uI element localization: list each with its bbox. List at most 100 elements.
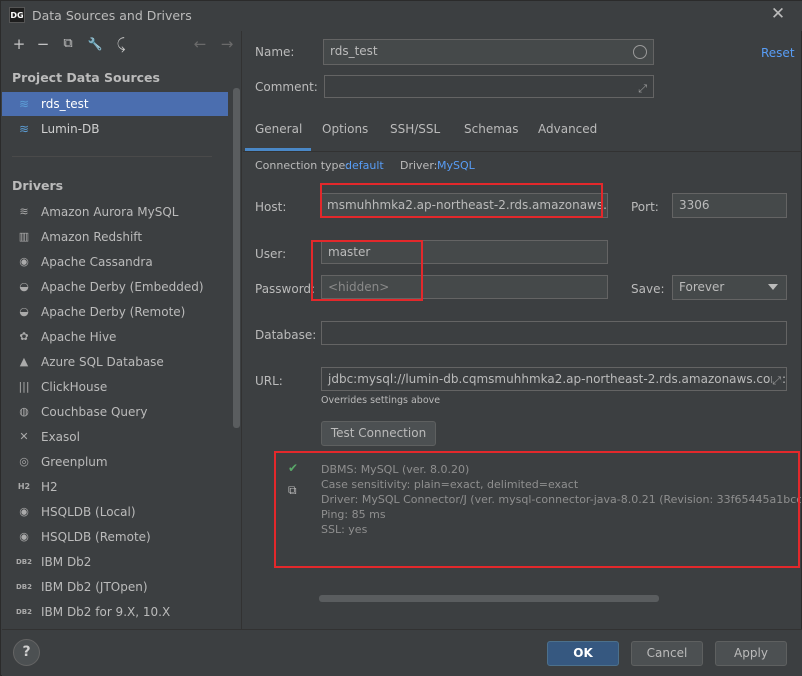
sidebar-divider bbox=[12, 156, 212, 157]
save-select[interactable]: Forever bbox=[672, 275, 787, 300]
back-icon[interactable]: ← bbox=[191, 35, 209, 53]
driver-icon: ✿ bbox=[19, 330, 29, 343]
driver-item[interactable]: ◉ HSQLDB (Local) bbox=[2, 500, 228, 524]
result-highlight-box bbox=[274, 451, 800, 568]
driver-item[interactable]: ▲ Azure SQL Database bbox=[2, 350, 228, 374]
close-icon[interactable]: ✕ bbox=[769, 5, 787, 23]
footer-bar: ? OK Cancel Apply bbox=[2, 629, 802, 676]
test-connection-button[interactable]: Test Connection bbox=[321, 421, 436, 446]
settings-icon[interactable]: 🔧 bbox=[86, 35, 104, 53]
chevron-down-icon bbox=[768, 284, 778, 290]
driver-item[interactable]: ◒ Apache Derby (Remote) bbox=[2, 300, 228, 324]
driver-item[interactable]: ◉ Apache Cassandra bbox=[2, 250, 228, 274]
forward-icon[interactable]: → bbox=[218, 35, 236, 53]
project-data-sources-heading: Project Data Sources bbox=[12, 70, 160, 85]
credentials-highlight-box bbox=[311, 240, 423, 301]
url-value: jdbc:mysql://lumin-db.cqmsmuhhmka2.ap-no… bbox=[328, 372, 787, 386]
url-input[interactable]: jdbc:mysql://lumin-db.cqmsmuhhmka2.ap-no… bbox=[321, 367, 787, 391]
driver-label: Greenplum bbox=[41, 455, 108, 469]
port-input[interactable]: 3306 bbox=[672, 193, 787, 218]
driver-item[interactable]: H2 H2 bbox=[2, 475, 228, 499]
driver-icon: ✕ bbox=[19, 430, 29, 443]
ok-button[interactable]: OK bbox=[547, 641, 619, 666]
driver-label: Apache Hive bbox=[41, 330, 117, 344]
driver-icon: ≋ bbox=[19, 205, 29, 218]
apply-button[interactable]: Apply bbox=[715, 641, 787, 666]
add-icon[interactable]: + bbox=[10, 35, 28, 53]
tab-ssh-ssl[interactable]: SSH/SSL bbox=[390, 122, 440, 146]
driver-item[interactable]: ◎ Greenplum bbox=[2, 450, 228, 474]
driver-item[interactable]: ◍ Couchbase Query bbox=[2, 400, 228, 424]
driver-label: Apache Derby (Remote) bbox=[41, 305, 186, 319]
mysql-icon: ≋ bbox=[18, 122, 30, 136]
connection-type-link[interactable]: default bbox=[345, 159, 384, 172]
driver-item[interactable]: ||| ClickHouse bbox=[2, 375, 228, 399]
driver-label: IBM Db2 for 9.X, 10.X bbox=[41, 605, 171, 619]
driver-icon: ▥ bbox=[18, 230, 30, 243]
driver-label: IBM Db2 (JTOpen) bbox=[41, 580, 148, 594]
expand-icon[interactable]: ⤢ bbox=[772, 369, 781, 390]
port-label: Port: bbox=[631, 200, 659, 214]
driver-icon: DB2 bbox=[16, 583, 33, 591]
driver-label: Amazon Redshift bbox=[41, 230, 143, 244]
driver-item[interactable]: ◒ Apache Derby (Embedded) bbox=[2, 275, 228, 299]
driver-icon: H2 bbox=[17, 482, 31, 491]
driver-label: HSQLDB (Remote) bbox=[41, 530, 151, 544]
driver-type-label: Driver: bbox=[400, 159, 438, 172]
drivers-heading: Drivers bbox=[12, 178, 64, 193]
driver-link[interactable]: MySQL bbox=[437, 159, 475, 172]
driver-icon: ◒ bbox=[19, 280, 29, 293]
driver-label: HSQLDB (Local) bbox=[41, 505, 136, 519]
tabs-divider bbox=[243, 151, 802, 152]
data-source-item-rds-test[interactable]: ≋ rds_test bbox=[2, 92, 228, 116]
cancel-button[interactable]: Cancel bbox=[631, 641, 703, 666]
save-label: Save: bbox=[631, 282, 665, 296]
import-icon[interactable]: ⤹ bbox=[112, 35, 130, 53]
expand-icon[interactable]: ⤢ bbox=[638, 77, 647, 97]
clear-icon[interactable] bbox=[633, 45, 647, 59]
remove-icon[interactable]: − bbox=[34, 35, 52, 53]
data-source-item-lumin-db[interactable]: ≋ Lumin-DB bbox=[2, 117, 228, 141]
database-input[interactable] bbox=[321, 321, 787, 345]
password-label: Password: bbox=[255, 282, 316, 296]
driver-item[interactable]: ✕ Exasol bbox=[2, 425, 228, 449]
window-title: Data Sources and Drivers bbox=[32, 8, 192, 23]
driver-item[interactable]: DB2 IBM Db2 (JTOpen) bbox=[2, 575, 228, 599]
tab-schemas[interactable]: Schemas bbox=[464, 122, 519, 146]
driver-item[interactable]: ✿ Apache Hive bbox=[2, 325, 228, 349]
driver-label: H2 bbox=[41, 480, 58, 494]
tab-advanced[interactable]: Advanced bbox=[538, 122, 597, 146]
result-scrollbar[interactable] bbox=[319, 595, 659, 602]
driver-label: Azure SQL Database bbox=[41, 355, 164, 369]
name-value: rds_test bbox=[330, 44, 378, 58]
driver-icon: ◍ bbox=[19, 405, 29, 418]
driver-item[interactable]: ≋ Amazon Aurora MySQL bbox=[2, 200, 228, 224]
left-panel: + − ⧉ 🔧 ⤹ ← → Project Data Sources ≋ rds… bbox=[2, 31, 242, 629]
host-highlight-box bbox=[320, 183, 603, 218]
driver-icon: ◒ bbox=[19, 305, 29, 318]
driver-label: Couchbase Query bbox=[41, 405, 148, 419]
reset-link[interactable]: Reset bbox=[761, 46, 795, 60]
driver-label: Apache Derby (Embedded) bbox=[41, 280, 204, 294]
driver-item[interactable]: DB2 IBM Db2 bbox=[2, 550, 228, 574]
help-icon[interactable]: ? bbox=[13, 639, 40, 666]
driver-icon: ◎ bbox=[19, 455, 29, 468]
comment-input[interactable]: ⤢ bbox=[324, 75, 654, 98]
user-label: User: bbox=[255, 247, 287, 261]
tab-options[interactable]: Options bbox=[322, 122, 368, 146]
driver-item[interactable]: ▥ Amazon Redshift bbox=[2, 225, 228, 249]
driver-item[interactable]: ◉ HSQLDB (Remote) bbox=[2, 525, 228, 549]
driver-icon: ▲ bbox=[19, 355, 29, 368]
driver-label: Apache Cassandra bbox=[41, 255, 153, 269]
url-note: Overrides settings above bbox=[321, 395, 441, 406]
name-input[interactable]: rds_test bbox=[323, 39, 654, 65]
duplicate-icon[interactable]: ⧉ bbox=[59, 35, 77, 53]
name-label: Name: bbox=[255, 45, 295, 59]
tab-general[interactable]: General bbox=[255, 122, 302, 146]
driver-item[interactable]: DB2 IBM Db2 for 9.X, 10.X bbox=[2, 600, 228, 624]
driver-icon: ◉ bbox=[19, 530, 29, 543]
right-panel: Name: rds_test Reset Comment: ⤢ General … bbox=[243, 31, 802, 629]
driver-icon: ◉ bbox=[19, 255, 29, 268]
mysql-icon: ≋ bbox=[18, 97, 30, 111]
sidebar-scrollbar[interactable] bbox=[233, 88, 240, 428]
